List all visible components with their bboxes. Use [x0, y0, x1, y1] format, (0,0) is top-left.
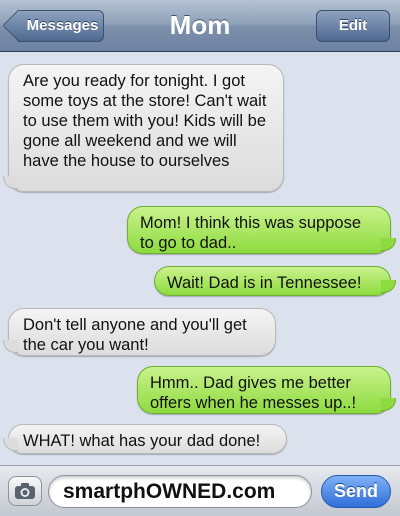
incoming-message-bubble: Are you ready for tonight. I got some to…	[3, 64, 284, 192]
outgoing-message-bubble: Wait! Dad is in Tennessee!	[154, 266, 396, 296]
camera-button[interactable]	[8, 476, 42, 506]
message-composer-bar: smartphOWNED.com Send	[0, 465, 400, 516]
outgoing-message-bubble: Mom! I think this was suppose to go to d…	[127, 206, 396, 254]
incoming-message-bubble: Don't tell anyone and you'll get the car…	[3, 308, 276, 356]
navigation-bar: Messages Mom Edit	[0, 0, 400, 52]
edit-button[interactable]: Edit	[316, 10, 390, 42]
send-button[interactable]: Send	[321, 475, 391, 508]
camera-icon	[15, 483, 35, 499]
message-input[interactable]: smartphOWNED.com	[48, 475, 312, 508]
incoming-message-bubble: WHAT! what has your dad done!	[3, 424, 287, 454]
outgoing-message-bubble: Hmm.. Dad gives me better offers when he…	[137, 366, 396, 414]
